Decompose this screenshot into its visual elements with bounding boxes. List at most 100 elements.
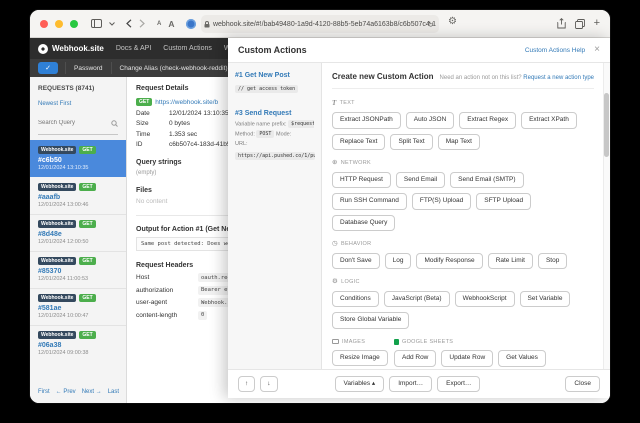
queued-action[interactable]: #3 Send Request Variable name prefix: $r…: [235, 110, 315, 165]
close-icon[interactable]: ×: [594, 45, 600, 55]
close-window-button[interactable]: [40, 19, 48, 28]
action-type-button[interactable]: Replace Text: [332, 133, 386, 150]
settings-gear-icon[interactable]: ⚙: [448, 17, 457, 27]
action-name-link[interactable]: #1 Get New Post: [235, 72, 314, 79]
request-id-link[interactable]: #85370: [38, 268, 118, 275]
brand[interactable]: Webhook.site: [38, 43, 104, 54]
text-buttons: Extract JSONPath Auto JSON Extract Regex…: [332, 112, 594, 150]
sidebar-toggle-icon[interactable]: [91, 19, 102, 28]
action-type-button[interactable]: WebhookScript: [454, 290, 515, 307]
action-type-button[interactable]: Add Row: [394, 350, 437, 367]
method-label: Method:: [235, 131, 255, 138]
request-list-item[interactable]: Webhook.site GET #85370 12/01/2024 11:00…: [30, 251, 126, 288]
action-type-button[interactable]: Map Text: [437, 133, 480, 150]
pagination-last[interactable]: Last: [108, 389, 119, 395]
request-list-item[interactable]: Webhook.site GET #581ae 12/01/2024 10:00…: [30, 288, 126, 325]
method-badge: GET: [79, 294, 96, 302]
source-badge: Webhook.site: [38, 183, 77, 191]
request-date: 12/01/2024 12:00:50: [38, 239, 89, 245]
action-type-button[interactable]: JavaScript (Beta): [383, 290, 450, 307]
action-type-button[interactable]: Store Global Variable: [332, 312, 410, 329]
sort-newest-first-link[interactable]: Newest First: [38, 101, 71, 107]
action-type-button[interactable]: Database Query: [332, 214, 396, 231]
increase-font-icon[interactable]: A: [168, 19, 174, 29]
request-list-item[interactable]: Webhook.site GET #06a38 12/01/2024 09:00…: [30, 325, 126, 362]
queued-action[interactable]: #1 Get New Post // get access token: [235, 72, 314, 97]
decrease-font-icon[interactable]: A: [157, 21, 161, 27]
section-google-sheets: GOOGLE SHEETS: [394, 338, 594, 345]
action-type-button[interactable]: Log: [384, 252, 412, 269]
nav-custom-actions[interactable]: Custom Actions: [163, 45, 212, 52]
request-id-link[interactable]: #c6b50: [38, 157, 118, 164]
request-list-item[interactable]: Webhook.site GET #8d48e 12/01/2024 12:00…: [30, 214, 126, 251]
variables-dropdown-button[interactable]: Variables ▴: [334, 375, 385, 393]
action-type-button[interactable]: Split Text: [390, 133, 433, 150]
action-type-button[interactable]: SFTP Upload: [476, 193, 532, 210]
status-check-button[interactable]: ✓: [38, 62, 58, 74]
gear-icon: ⚙: [332, 278, 339, 285]
request-url-link[interactable]: https://webhook.site/b: [155, 99, 218, 106]
action-type-button[interactable]: Rate Limit: [487, 252, 533, 269]
modal-header: Custom Actions Custom Actions Help ×: [228, 38, 610, 63]
action-type-button[interactable]: Extract XPath: [521, 112, 577, 129]
scrollbar-thumb[interactable]: [604, 93, 609, 157]
nav-docs-api[interactable]: Docs & API: [116, 45, 151, 52]
address-bar[interactable]: webhook.site/#!/bab49480-1a9d-4120-88b5-…: [201, 15, 439, 33]
action-type-button[interactable]: Don't Save: [332, 252, 380, 269]
action-name-link[interactable]: #3 Send Request: [235, 110, 314, 117]
move-down-button[interactable]: ↓: [260, 375, 278, 393]
extension-icon[interactable]: [186, 18, 197, 29]
request-list-item[interactable]: Webhook.site GET #c6b50 12/01/2024 13:10…: [30, 140, 126, 177]
close-button[interactable]: Close: [565, 375, 600, 393]
network-buttons: HTTP Request Send Email Send Email (SMTP…: [332, 171, 594, 231]
share-icon[interactable]: [556, 18, 566, 29]
reload-icon[interactable]: ↻: [427, 20, 434, 29]
tab-overview-icon[interactable]: [574, 18, 585, 29]
action-type-button[interactable]: Extract JSONPath: [332, 112, 401, 129]
forward-icon[interactable]: [139, 19, 145, 28]
request-badges: Webhook.site GET: [38, 183, 118, 191]
move-up-button[interactable]: ↑: [238, 375, 256, 393]
action-type-button[interactable]: Update Row: [441, 350, 494, 367]
pagination-next[interactable]: Next →: [82, 389, 102, 395]
custom-actions-help-link[interactable]: Custom Actions Help: [525, 47, 585, 54]
request-list-item[interactable]: Webhook.site GET #aaafb 12/01/2024 13:00…: [30, 177, 126, 214]
action-type-button[interactable]: Conditions: [332, 290, 379, 307]
excel-column: MICROSOFT EXCEL: [332, 367, 430, 370]
action-meta: Variable name prefix: $request.*$: [235, 119, 314, 128]
action-type-button[interactable]: Get Values: [498, 350, 546, 367]
modal-scrollbar[interactable]: [603, 63, 610, 369]
toolbar-change-alias[interactable]: Change Alias (check-webhook-reddit): [110, 62, 236, 74]
back-icon[interactable]: [126, 19, 132, 28]
action-type-button[interactable]: FTP(S) Upload: [411, 193, 472, 210]
pagination-prev[interactable]: ← Prev: [56, 389, 76, 395]
action-type-button[interactable]: Extract Regex: [459, 112, 517, 129]
action-type-button[interactable]: Run SSH Command: [332, 193, 407, 210]
request-id-link[interactable]: #581ae: [38, 305, 118, 312]
request-id-link[interactable]: #06a38: [38, 342, 118, 349]
action-type-button[interactable]: HTTP Request: [332, 171, 391, 188]
action-type-button[interactable]: Auto JSON: [405, 112, 455, 129]
action-type-button[interactable]: Send Email (SMTP): [450, 171, 524, 188]
request-date: 12/01/2024 13:10:35: [38, 165, 89, 171]
import-button[interactable]: Import…: [389, 375, 433, 393]
request-new-action-link[interactable]: Request a new action type: [523, 75, 594, 81]
request-id-link[interactable]: #8d48e: [38, 231, 118, 238]
action-type-button[interactable]: Send Email: [395, 171, 446, 188]
minimize-window-button[interactable]: [55, 19, 63, 28]
source-badge: Webhook.site: [38, 146, 77, 154]
toolbar-password[interactable]: Password: [65, 62, 111, 74]
search-input[interactable]: [38, 120, 111, 126]
chevron-down-icon[interactable]: [109, 21, 115, 26]
pagination-first[interactable]: First: [38, 389, 50, 395]
new-tab-icon[interactable]: +: [594, 18, 600, 29]
action-type-button[interactable]: Set Variable: [519, 290, 571, 307]
action-type-button[interactable]: Modify Response: [416, 252, 483, 269]
action-type-button[interactable]: Resize Image: [332, 349, 388, 366]
zoom-window-button[interactable]: [70, 19, 78, 28]
method-value-chip: POST: [256, 130, 275, 138]
action-type-button[interactable]: Stop: [537, 252, 568, 269]
request-id-link[interactable]: #aaafb: [38, 194, 118, 201]
behavior-buttons: Don't Save Log Modify Response Rate Limi…: [332, 252, 594, 269]
export-button[interactable]: Export…: [437, 375, 481, 393]
